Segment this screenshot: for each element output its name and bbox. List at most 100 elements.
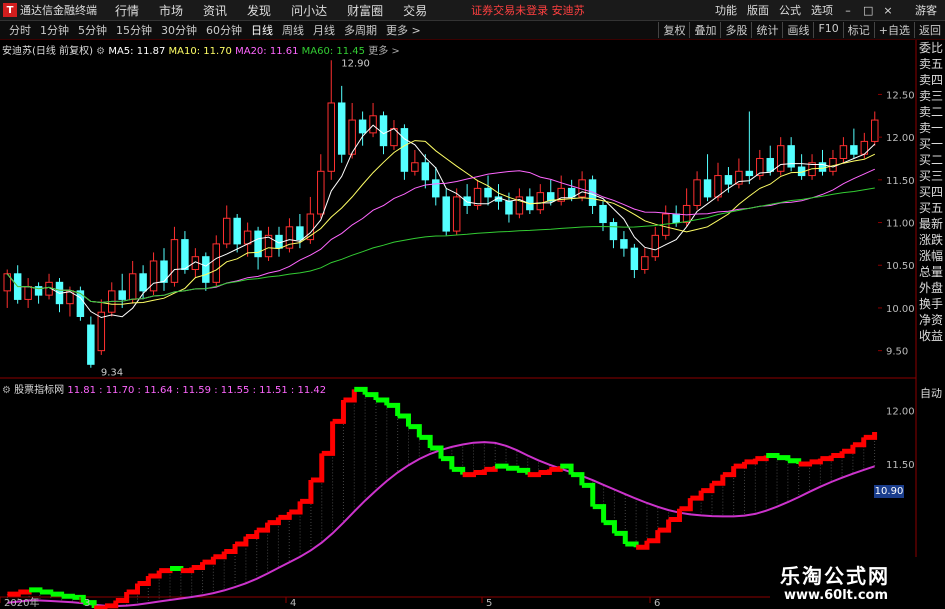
panel-buy3[interactable]: 买三: [917, 168, 945, 184]
candle-up: [212, 243, 221, 283]
login-warning[interactable]: 证券交易未登录 安迪苏: [471, 2, 585, 18]
panel-turnover[interactable]: 换手: [917, 296, 945, 312]
user-label[interactable]: 游客: [915, 2, 937, 18]
candle-down: [13, 273, 22, 300]
tool-overlay[interactable]: 叠加: [689, 22, 720, 38]
menu-wealth-circle[interactable]: 财富圈: [347, 2, 383, 19]
candle-up: [128, 273, 137, 300]
panel-sell3[interactable]: 卖三: [917, 88, 945, 104]
menu-trade[interactable]: 交易: [403, 2, 427, 19]
indicator-segment: [50, 591, 65, 597]
candle-up: [243, 230, 252, 245]
menu-news[interactable]: 资讯: [203, 2, 227, 19]
menu-options[interactable]: 选项: [811, 2, 833, 18]
tool-restore-rights[interactable]: 复权: [658, 22, 689, 38]
ma-more-link[interactable]: 更多 >: [368, 46, 400, 57]
minimize-icon[interactable]: –: [843, 4, 853, 17]
tool-mark[interactable]: 标记: [842, 22, 874, 38]
tool-statistics[interactable]: 统计: [751, 22, 782, 38]
maximize-icon[interactable]: □: [863, 4, 873, 17]
tool-draw-line[interactable]: 画线: [782, 22, 813, 38]
period-30min[interactable]: 30分钟: [161, 22, 197, 38]
panel-sell5[interactable]: 卖五: [917, 56, 945, 72]
period-intraday[interactable]: 分时: [9, 22, 31, 38]
panel-sell2[interactable]: 卖二: [917, 104, 945, 120]
menu-function[interactable]: 功能: [715, 2, 737, 18]
indicator-segment: [224, 544, 238, 554]
tool-f10[interactable]: F10: [813, 22, 842, 38]
settings-icon[interactable]: ⚙: [96, 46, 108, 57]
ma20-line: [6, 168, 876, 304]
price-axis-label: 12.50: [886, 90, 915, 101]
tool-add-watchlist[interactable]: +自选: [873, 22, 914, 38]
menu-discover[interactable]: 发现: [247, 2, 271, 19]
candle-up: [170, 239, 179, 283]
indicator-segment: [506, 465, 520, 471]
indicator-segment: [148, 570, 162, 579]
period-more[interactable]: 更多 >: [386, 22, 421, 38]
period-monthly[interactable]: 月线: [313, 22, 335, 38]
panel-net-assets[interactable]: 净资: [917, 312, 945, 328]
period-weekly[interactable]: 周线: [282, 22, 304, 38]
candle-down: [421, 162, 430, 181]
menu-layout[interactable]: 版面: [747, 2, 769, 18]
panel-sell1[interactable]: 卖一: [917, 120, 945, 136]
period-15min[interactable]: 15分钟: [116, 22, 152, 38]
candle-up: [191, 256, 200, 271]
candle-up: [411, 162, 419, 172]
indicator-segment: [278, 512, 292, 520]
indicator-segment: [170, 566, 184, 572]
watermark-url: www.60lt.com: [784, 588, 889, 603]
period-60min[interactable]: 60分钟: [206, 22, 242, 38]
period-5min[interactable]: 5分钟: [78, 22, 107, 38]
indicator-segment: [397, 413, 411, 427]
price-axis-label: 9.50: [886, 347, 908, 358]
time-axis-label: 6: [654, 598, 660, 609]
candle-down: [494, 196, 503, 202]
candle-down: [567, 187, 576, 198]
indicator-settings-icon[interactable]: ⚙: [2, 385, 14, 396]
tool-back[interactable]: 返回: [914, 22, 945, 38]
period-daily[interactable]: 日线: [251, 22, 273, 38]
period-1min[interactable]: 1分钟: [40, 22, 69, 38]
indicator-segment: [842, 444, 856, 454]
panel-buy2[interactable]: 买二: [917, 152, 945, 168]
indicator-segment: [310, 453, 325, 483]
indicator-segment: [820, 455, 834, 462]
panel-volume[interactable]: 总量: [917, 264, 945, 280]
panel-outer-volume[interactable]: 外盘: [917, 280, 945, 296]
candle-up: [473, 187, 482, 206]
panel-buy4[interactable]: 买四: [917, 184, 945, 200]
panel-buy1[interactable]: 买一: [917, 136, 945, 152]
panel-change[interactable]: 涨跌: [917, 232, 945, 248]
tool-multi-stock[interactable]: 多股: [720, 22, 751, 38]
period-multi[interactable]: 多周期: [344, 22, 377, 38]
panel-commission-ratio[interactable]: 委比: [917, 40, 945, 56]
menu-formula[interactable]: 公式: [779, 2, 801, 18]
indicator-segment: [430, 445, 444, 459]
indicator-segment: [245, 530, 260, 540]
auto-button[interactable]: 自动: [917, 385, 945, 400]
indicator-segment: [137, 576, 151, 586]
menu-quotes[interactable]: 行情: [115, 2, 139, 19]
panel-earnings[interactable]: 收益: [917, 328, 945, 344]
candle-up: [735, 170, 743, 185]
ma5-line: [6, 124, 876, 319]
indicator-segment: [701, 483, 715, 494]
candle-down: [87, 324, 95, 365]
menu-ask[interactable]: 问小达: [291, 2, 327, 19]
indicator-segment: [191, 562, 206, 570]
indicator-axis-label: 11.50: [886, 460, 915, 471]
indicator-segment: [386, 402, 401, 416]
menu-market[interactable]: 市场: [159, 2, 183, 19]
close-icon[interactable]: ×: [883, 4, 893, 17]
indicator-segment: [202, 556, 216, 565]
candle-down: [850, 145, 858, 155]
panel-change-pct[interactable]: 涨幅: [917, 248, 945, 264]
candle-up: [641, 256, 649, 271]
panel-buy5[interactable]: 买五: [917, 200, 945, 216]
panel-latest[interactable]: 最新: [917, 216, 945, 232]
indicator-segment: [495, 463, 509, 469]
panel-sell4[interactable]: 卖四: [917, 72, 945, 88]
candle-down: [818, 162, 827, 172]
